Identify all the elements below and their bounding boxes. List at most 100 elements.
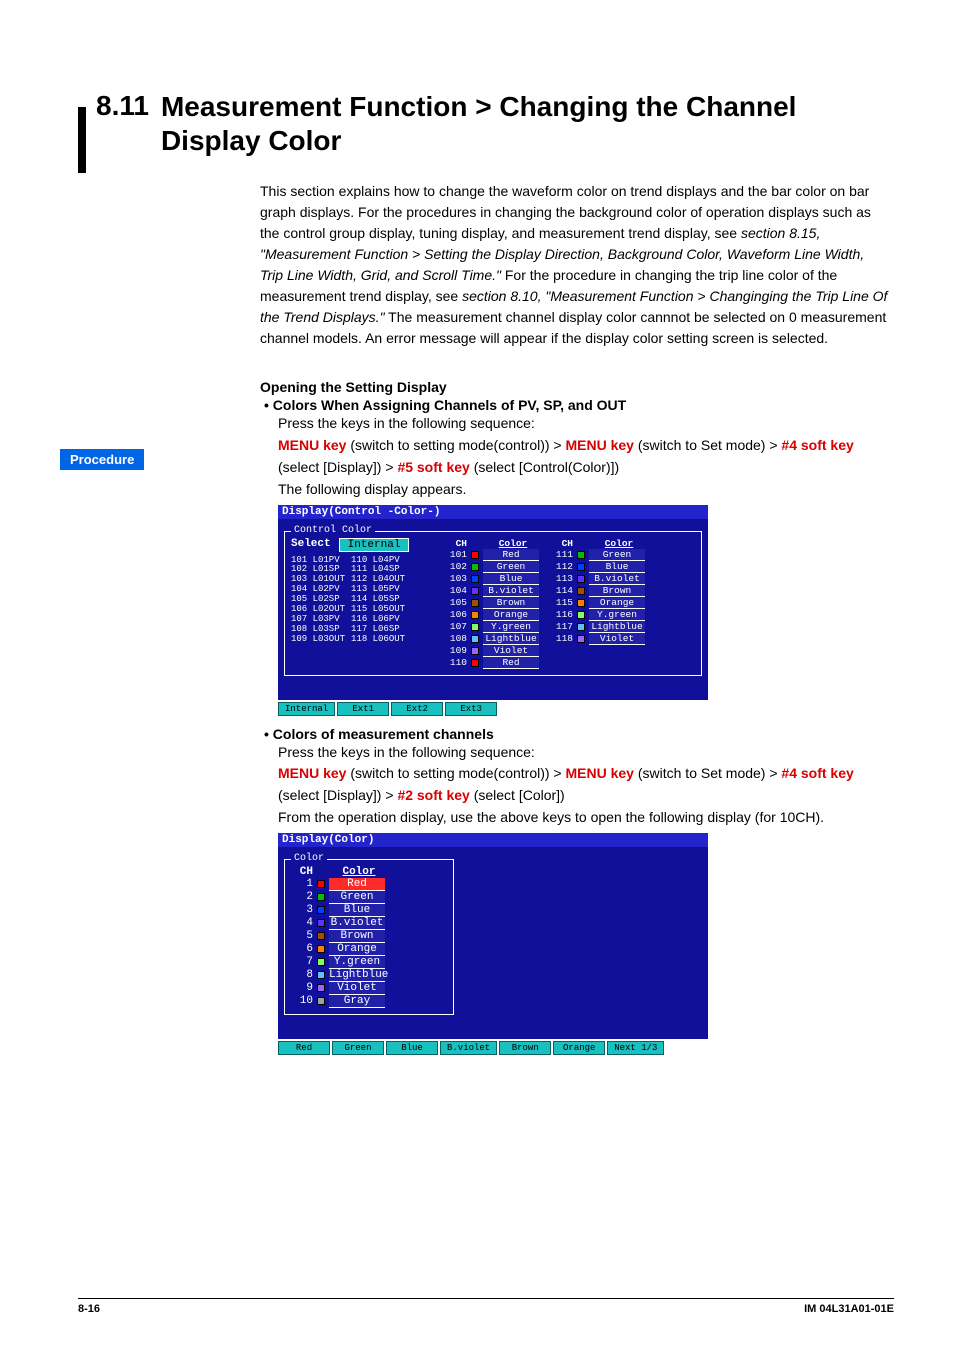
color-name: Violet <box>329 982 385 995</box>
color-name: Green <box>329 891 385 904</box>
color-row[interactable]: 103Blue <box>445 573 541 585</box>
softkey-internal[interactable]: Internal <box>278 702 335 716</box>
color-swatch <box>471 563 479 571</box>
softkey-orange[interactable]: Orange <box>553 1041 605 1055</box>
ch-cell: 3 <box>291 904 313 916</box>
color-row[interactable]: 4B.violet <box>291 917 447 930</box>
color-row[interactable]: 114Brown <box>551 585 647 597</box>
color-row[interactable]: 106Orange <box>445 609 541 621</box>
softkey-2: #2 soft key <box>397 787 469 803</box>
color-row[interactable]: 1Red <box>291 878 447 891</box>
color-swatch <box>577 551 585 559</box>
color-row[interactable]: 110Red <box>445 657 541 669</box>
color-row[interactable]: 115Orange <box>551 597 647 609</box>
seq1c: (select [Display]) > <box>278 459 397 475</box>
scr1-color-col-a: CHColor101Red102Green103Blue104B.violet1… <box>445 538 541 669</box>
color-row[interactable]: 108Lightblue <box>445 633 541 645</box>
color-row[interactable]: 117Lightblue <box>551 621 647 633</box>
softkey-brown[interactable]: Brown <box>499 1041 551 1055</box>
color-swatch <box>317 984 325 992</box>
ch-cell: 107 <box>445 621 467 632</box>
ch-cell: 8 <box>291 969 313 981</box>
ch-cell: 102 <box>445 561 467 572</box>
color-name: Orange <box>329 943 385 956</box>
color-name: Violet <box>483 645 539 657</box>
ch-header: CH <box>291 866 313 878</box>
color-header: Color <box>485 538 541 549</box>
seq2c: (select [Display]) > <box>278 787 397 803</box>
color-row[interactable]: 109 Violet <box>445 645 541 657</box>
screenshot-1: Display(Control -Color-) Control Color S… <box>278 505 890 716</box>
menu-key-3: MENU key <box>278 765 346 781</box>
scr1-color-col-b: CHColor111Green112Blue113B.violet114Brow… <box>551 538 647 669</box>
softkey-ext3[interactable]: Ext3 <box>445 702 497 716</box>
color-row[interactable]: 111Green <box>551 549 647 561</box>
color-name: Blue <box>483 573 539 585</box>
scr1-select-value[interactable]: Internal <box>339 538 410 552</box>
color-row[interactable]: 101Red <box>445 549 541 561</box>
tag-item: 118 L06OUT <box>351 635 405 645</box>
color-row[interactable]: 118 Violet <box>551 633 647 645</box>
color-name: Blue <box>329 904 385 917</box>
color-swatch <box>577 623 585 631</box>
color-row[interactable]: 112 Blue <box>551 561 647 573</box>
softkey-blue[interactable]: Blue <box>386 1041 438 1055</box>
ch-header: CH <box>445 538 467 549</box>
color-swatch <box>317 906 325 914</box>
color-row[interactable]: 10Gray <box>291 995 447 1008</box>
key-sequence-2: MENU key (switch to setting mode(control… <box>278 763 890 807</box>
color-name: Lightblue <box>483 633 539 645</box>
color-row[interactable]: 9Violet <box>291 982 447 995</box>
color-swatch <box>471 647 479 655</box>
color-swatch <box>317 945 325 953</box>
ch-cell: 109 <box>445 645 467 656</box>
softkey-5: #5 soft key <box>397 459 469 475</box>
scr1-select-label: Select <box>291 538 331 552</box>
ch-cell: 112 <box>551 561 573 572</box>
softkey-ext2[interactable]: Ext2 <box>391 702 443 716</box>
softkey-b-violet[interactable]: B.violet <box>440 1041 497 1055</box>
softkey-next-1-3[interactable]: Next 1/3 <box>607 1041 664 1055</box>
color-swatch <box>317 932 325 940</box>
seq2b: (switch to Set mode) > <box>634 765 781 781</box>
color-row[interactable]: 107Y.green <box>445 621 541 633</box>
color-swatch <box>577 635 585 643</box>
bullet1-title: Colors When Assigning Channels of PV, SP… <box>278 397 890 413</box>
scr1-left-list: 101 L01PV102 L01SP103 L01OUT104 L02PV105… <box>291 556 345 645</box>
color-row[interactable]: 104B.violet <box>445 585 541 597</box>
color-swatch <box>317 880 325 888</box>
color-row[interactable]: 5Brown <box>291 930 447 943</box>
menu-key-4: MENU key <box>566 765 634 781</box>
color-name: Red <box>329 878 385 891</box>
color-name: Blue <box>589 561 645 573</box>
scr2-softkeys: RedGreenBlueB.violetBrownOrangeNext 1/3 <box>278 1041 708 1055</box>
color-row[interactable]: 102 Green <box>445 561 541 573</box>
color-swatch <box>471 659 479 667</box>
color-row[interactable]: 6Orange <box>291 943 447 956</box>
color-row[interactable]: 7Y.green <box>291 956 447 969</box>
ch-cell: 2 <box>291 891 313 903</box>
ch-cell: 10 <box>291 995 313 1007</box>
ch-cell: 118 <box>551 633 573 644</box>
ch-cell: 114 <box>551 585 573 596</box>
section-accent-bar <box>78 107 86 173</box>
color-row[interactable]: 116Y.green <box>551 609 647 621</box>
from-op-line: From the operation display, use the abov… <box>278 807 890 829</box>
color-row[interactable]: 3 Blue <box>291 904 447 917</box>
section-header: 8.11 Measurement Function > Changing the… <box>60 90 894 157</box>
color-name: Green <box>589 549 645 561</box>
color-name: Violet <box>589 633 645 645</box>
color-swatch <box>577 611 585 619</box>
color-swatch <box>317 997 325 1005</box>
color-name: Green <box>483 561 539 573</box>
softkey-red[interactable]: Red <box>278 1041 330 1055</box>
softkey-ext1[interactable]: Ext1 <box>337 702 389 716</box>
seq1d: (select [Control(Color)]) <box>470 459 619 475</box>
color-row[interactable]: 2 Green <box>291 891 447 904</box>
color-row[interactable]: 113B.violet <box>551 573 647 585</box>
color-row[interactable]: 105Brown <box>445 597 541 609</box>
color-name: Red <box>483 549 539 561</box>
softkey-green[interactable]: Green <box>332 1041 384 1055</box>
scr1-title: Display(Control -Color-) <box>278 505 708 519</box>
color-row[interactable]: 8Lightblue <box>291 969 447 982</box>
